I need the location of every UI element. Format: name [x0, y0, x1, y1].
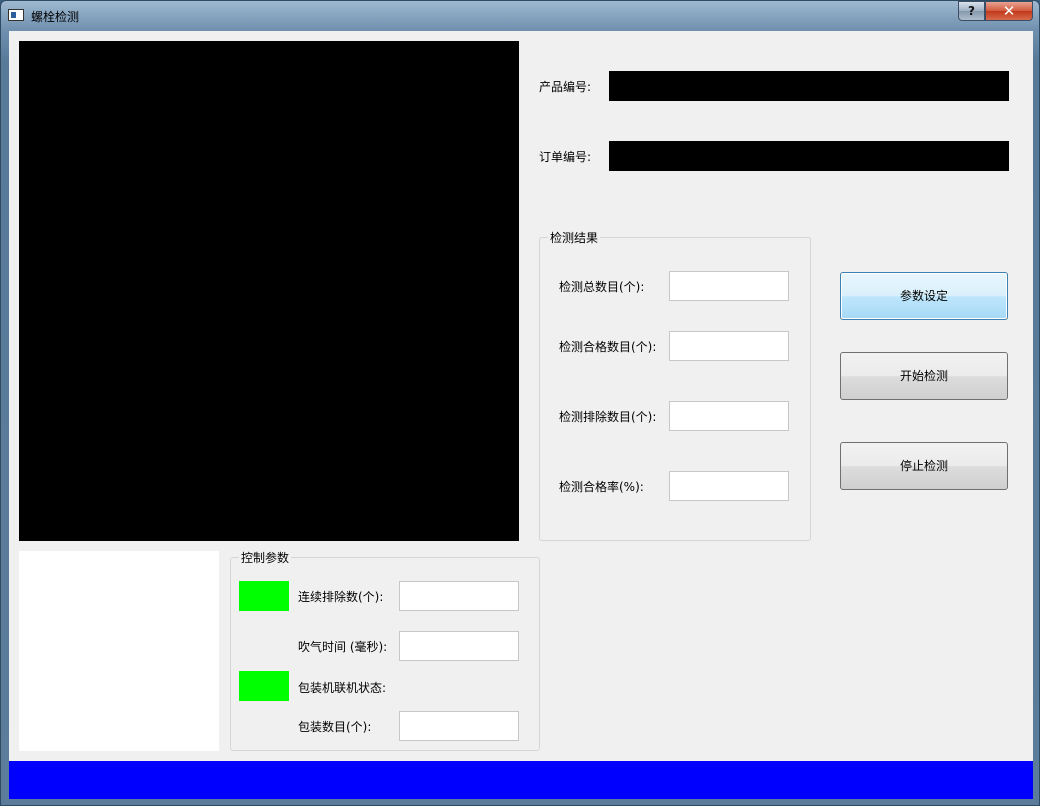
consecutive-reject-label: 连续排除数(个):: [298, 590, 384, 604]
package-count-field[interactable]: [399, 711, 519, 741]
packer-status-label: 包装机联机状态:: [298, 681, 387, 695]
window-title: 螺栓检测: [31, 10, 80, 24]
reject-count-field[interactable]: [669, 401, 789, 431]
product-no-label: 产品编号:: [539, 80, 592, 94]
app-window: 螺栓检测 ? ✕ 产品编号: 订单编号: 检测结果 检测总数目(个): 检测合格…: [0, 0, 1040, 806]
status-bar: [9, 761, 1033, 799]
settings-button[interactable]: 参数设定: [840, 272, 1008, 320]
client-area: 产品编号: 订单编号: 检测结果 检测总数目(个): 检测合格数目(个): 检测…: [9, 31, 1033, 799]
results-group-title: 检测结果: [548, 229, 601, 246]
results-group: 检测结果 检测总数目(个): 检测合格数目(个): 检测排除数目(个): 检测合…: [539, 229, 811, 541]
control-group-title: 控制参数: [239, 549, 292, 566]
control-group: 控制参数 连续排除数(个): 吹气时间 (毫秒): 包装机联机状态: 包装数目(…: [230, 549, 540, 751]
app-icon: [8, 9, 24, 21]
title-bar[interactable]: 螺栓检测 ? ✕: [1, 1, 1040, 31]
reject-count-label: 检测排除数目(个):: [559, 410, 657, 424]
blow-time-field[interactable]: [399, 631, 519, 661]
close-button[interactable]: ✕: [985, 1, 1033, 21]
reject-status-indicator: [239, 581, 289, 611]
image-preview: [19, 551, 219, 751]
blow-time-label: 吹气时间 (毫秒):: [298, 640, 388, 654]
package-count-label: 包装数目(个):: [298, 720, 372, 734]
help-button[interactable]: ?: [958, 1, 985, 21]
pass-count-field[interactable]: [669, 331, 789, 361]
pass-rate-field[interactable]: [669, 471, 789, 501]
total-count-label: 检测总数目(个):: [559, 280, 645, 294]
camera-view: [19, 41, 519, 541]
stop-detection-button[interactable]: 停止检测: [840, 442, 1008, 490]
packer-status-indicator: [239, 671, 289, 701]
start-detection-button[interactable]: 开始检测: [840, 352, 1008, 400]
order-no-label: 订单编号:: [539, 150, 592, 164]
consecutive-reject-field[interactable]: [399, 581, 519, 611]
pass-rate-label: 检测合格率(%):: [559, 480, 644, 494]
product-no-field[interactable]: [609, 71, 1009, 101]
total-count-field[interactable]: [669, 271, 789, 301]
pass-count-label: 检测合格数目(个):: [559, 340, 657, 354]
order-no-field[interactable]: [609, 141, 1009, 171]
